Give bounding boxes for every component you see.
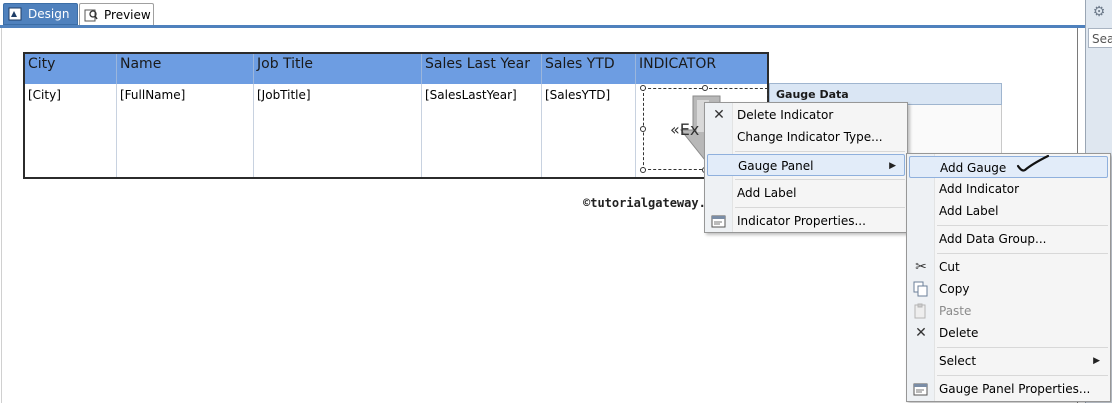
cell-city[interactable]: [City] bbox=[25, 84, 117, 177]
menu-item-label: Add Indicator bbox=[939, 182, 1020, 196]
cell-job-title[interactable]: [JobTitle] bbox=[254, 84, 422, 177]
menu-item-add-gauge[interactable]: Add Gauge bbox=[909, 154, 1108, 178]
menu-item-label: Add Label bbox=[939, 204, 999, 218]
checkmark-annotation-icon bbox=[1016, 154, 1050, 172]
design-icon bbox=[8, 6, 22, 22]
menu-separator bbox=[735, 207, 905, 208]
table-header-row: City Name Job Title Sales Last Year Sale… bbox=[25, 54, 767, 84]
menu-item-label: Add Data Group... bbox=[939, 232, 1047, 246]
header-name[interactable]: Name bbox=[117, 54, 254, 84]
menu-item-indicator-properties[interactable]: Indicator Properties... bbox=[707, 210, 905, 232]
tab-strip: Design Preview bbox=[0, 0, 1085, 28]
menu-item-label: Copy bbox=[939, 282, 970, 296]
menu-item-label: Cut bbox=[939, 260, 960, 274]
header-sales-ytd[interactable]: Sales YTD bbox=[542, 54, 636, 84]
indicator-expression: «Ex bbox=[670, 120, 700, 139]
menu-item-gauge-panel[interactable]: Gauge Panel ▶ bbox=[707, 154, 905, 176]
scissors-icon: ✂ bbox=[915, 259, 927, 275]
menu-separator bbox=[937, 225, 1108, 226]
properties-icon bbox=[913, 381, 929, 397]
tab-preview[interactable]: Preview bbox=[79, 3, 154, 25]
resize-handle[interactable] bbox=[640, 126, 646, 132]
menu-item-delete-indicator[interactable]: ✕ Delete Indicator bbox=[707, 104, 905, 126]
menu-item-add-indicator[interactable]: Add Indicator bbox=[909, 178, 1108, 200]
menu-item-delete[interactable]: ✕ Delete bbox=[909, 322, 1108, 344]
menu-separator bbox=[937, 347, 1108, 348]
submenu-arrow-icon: ▶ bbox=[1093, 356, 1100, 366]
menu-item-label: Delete bbox=[939, 326, 979, 340]
menu-item-select[interactable]: Select ▶ bbox=[909, 350, 1108, 372]
menu-item-label: Add Gauge bbox=[940, 161, 1007, 175]
gauge-data-title: Gauge Data bbox=[776, 88, 849, 101]
preview-icon bbox=[84, 7, 98, 23]
properties-icon bbox=[711, 213, 727, 229]
menu-separator bbox=[937, 253, 1108, 254]
cell-sales-ytd[interactable]: [SalesYTD] bbox=[542, 84, 636, 177]
context-menu: ✕ Delete Indicator Change Indicator Type… bbox=[704, 102, 908, 233]
menu-item-paste[interactable]: Paste bbox=[909, 300, 1108, 322]
menu-item-label: Select bbox=[939, 354, 977, 368]
gear-icon[interactable]: ⚙ bbox=[1091, 4, 1107, 20]
header-city[interactable]: City bbox=[25, 54, 117, 84]
tab-preview-label: Preview bbox=[104, 7, 151, 22]
resize-handle[interactable] bbox=[640, 167, 646, 173]
tab-design[interactable]: Design bbox=[3, 3, 78, 25]
menu-item-add-data-group[interactable]: Add Data Group... bbox=[909, 228, 1108, 250]
header-job-title[interactable]: Job Title bbox=[254, 54, 422, 84]
resize-handle[interactable] bbox=[702, 85, 708, 91]
menu-item-label: Add Label bbox=[737, 186, 797, 200]
header-sales-last-year[interactable]: Sales Last Year bbox=[422, 54, 542, 84]
menu-item-label: Paste bbox=[939, 304, 972, 318]
cell-sales-last-year[interactable]: [SalesLastYear] bbox=[422, 84, 542, 177]
menu-item-copy[interactable]: Copy bbox=[909, 278, 1108, 300]
menu-item-add-label[interactable]: Add Label bbox=[909, 200, 1108, 222]
menu-item-change-indicator-type[interactable]: Change Indicator Type... bbox=[707, 126, 905, 148]
header-indicator[interactable]: INDICATOR bbox=[636, 54, 767, 84]
menu-item-label: Gauge Panel Properties... bbox=[939, 382, 1091, 396]
menu-item-gauge-panel-properties[interactable]: Gauge Panel Properties... bbox=[909, 378, 1108, 400]
copy-icon bbox=[913, 281, 929, 297]
delete-x-icon: ✕ bbox=[915, 325, 927, 341]
search-input[interactable]: Sear bbox=[1088, 28, 1112, 48]
menu-item-cut[interactable]: ✂ Cut bbox=[909, 256, 1108, 278]
resize-handle[interactable] bbox=[640, 85, 646, 91]
cell-full-name[interactable]: [FullName] bbox=[117, 84, 254, 177]
submenu-arrow-icon: ▶ bbox=[889, 161, 896, 171]
gauge-panel-submenu: Add Gauge Add Indicator Add Label Add Da… bbox=[906, 153, 1111, 402]
menu-item-label: Delete Indicator bbox=[737, 108, 834, 122]
delete-x-icon: ✕ bbox=[713, 107, 725, 123]
menu-item-add-label[interactable]: Add Label bbox=[707, 182, 905, 204]
menu-item-label: Gauge Panel bbox=[738, 159, 814, 173]
menu-separator bbox=[937, 375, 1108, 376]
paste-icon bbox=[913, 303, 929, 319]
menu-separator bbox=[735, 179, 905, 180]
menu-separator bbox=[735, 151, 905, 152]
menu-item-label: Change Indicator Type... bbox=[737, 130, 883, 144]
menu-item-label: Indicator Properties... bbox=[737, 214, 866, 228]
tab-design-label: Design bbox=[28, 7, 70, 21]
